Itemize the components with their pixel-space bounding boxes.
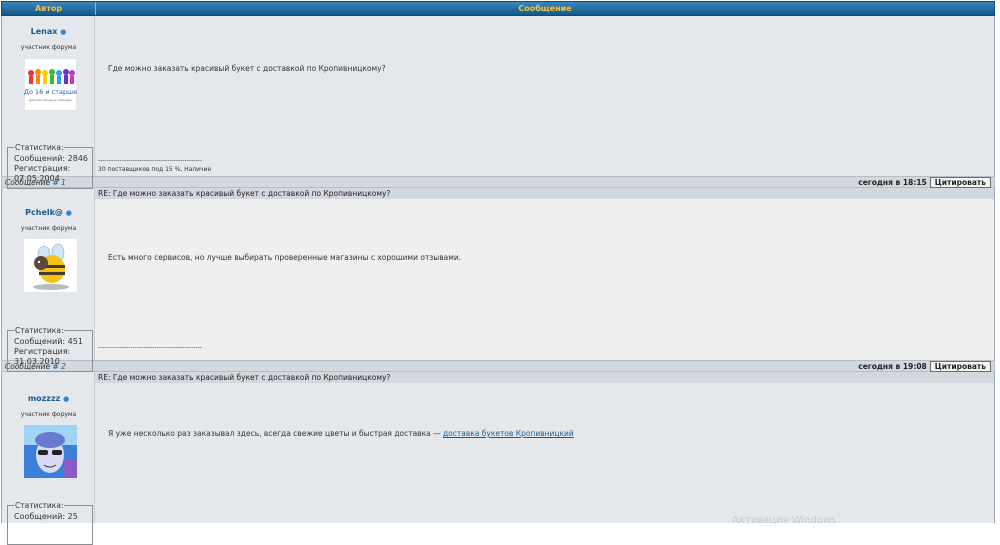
post-text: Есть много сервисов, но лучше выбирать п… <box>108 253 462 262</box>
post-subject-row: RE: Где можно заказать красивый букет с … <box>1 372 995 383</box>
stats-legend: Статистика: <box>14 501 65 510</box>
stats-registration-label: Регистрация: <box>14 164 71 173</box>
stats-registration-date: 07.05.2004 <box>14 174 60 183</box>
signature-text: 30 поставщиков под 15 %, Наличие <box>98 166 212 173</box>
message-column-header: Сообщение <box>518 4 572 13</box>
avatar-image <box>24 425 77 478</box>
post-text: Где можно заказать красивый букет с дост… <box>108 64 386 73</box>
forum-topic-table: Автор Сообщение Lenax ● участник форума … <box>1 1 995 545</box>
signature-divider: ----------------------------------------… <box>98 157 202 164</box>
bouquet-delivery-link[interactable]: доставка букетов Кропивницкий <box>443 429 574 438</box>
post-time: сегодня в 19:08 <box>858 361 927 371</box>
stats-messages: Сообщений: 2846 <box>14 154 88 163</box>
online-status-icon: ● <box>65 209 72 217</box>
message-body: Где можно заказать красивый букет с дост… <box>95 16 994 176</box>
user-rank: участник форума <box>20 225 77 232</box>
avatar-image: До 16 и старше детские интернет-магазин <box>24 58 77 111</box>
post-subject-row: RE: Где можно заказать красивый букет с … <box>1 188 995 199</box>
stats-messages: Сообщений: 25 <box>14 512 78 521</box>
signature-divider: ----------------------------------------… <box>98 344 202 351</box>
avatar-caption: До 16 и старше <box>24 88 77 96</box>
post-text: Я уже несколько раз заказывал здесь, все… <box>108 429 574 438</box>
user-rank: участник форума <box>20 44 77 51</box>
post-footer-bar: Сообщение # 1 сегодня в 18:15 Цитировать <box>1 176 995 188</box>
online-status-icon: ● <box>60 28 67 36</box>
username[interactable]: Pchelk@ ● <box>2 208 95 217</box>
stats-registration-date: 31.03.2010 <box>14 357 60 366</box>
quote-button[interactable]: Цитировать <box>929 360 991 372</box>
username[interactable]: Lenax ● <box>2 27 95 36</box>
windows-activation-watermark: Активация Windows <box>732 515 837 526</box>
stats-registration-label: Регистрация: <box>14 347 71 356</box>
stats-box: Статистика: Сообщений: 451 Регистрация: … <box>7 326 93 372</box>
post-subject: RE: Где можно заказать красивый букет с … <box>98 373 391 382</box>
username[interactable]: mozzzz ● <box>2 394 95 403</box>
stats-box: Статистика: Сообщений: 25 <box>7 501 93 545</box>
author-panel: Lenax ● участник форума До 16 и старше д… <box>2 16 95 189</box>
post-2: Pchelk@ ● участник форума Статистика: Со… <box>1 199 995 372</box>
author-column-header: Автор <box>2 2 96 15</box>
quote-button[interactable]: Цитировать <box>929 176 991 188</box>
message-body: Я уже несколько раз заказывал здесь, все… <box>95 383 994 523</box>
post-time: сегодня в 18:15 <box>858 177 927 187</box>
stats-messages: Сообщений: 451 <box>14 337 83 346</box>
post-subject: RE: Где можно заказать красивый букет с … <box>98 189 391 198</box>
post-1: Lenax ● участник форума До 16 и старше д… <box>1 16 995 189</box>
message-body: Есть много сервисов, но лучше выбирать п… <box>95 199 994 360</box>
post-3: mozzzz ● участник форума Статистика: Соо… <box>1 383 995 545</box>
user-rank: участник форума <box>20 411 77 418</box>
stats-legend: Статистика: <box>14 143 65 152</box>
stats-legend: Статистика: <box>14 326 65 335</box>
online-status-icon: ● <box>63 395 70 403</box>
author-panel: mozzzz ● участник форума Статистика: Соо… <box>2 383 95 545</box>
bee-avatar-image <box>24 239 77 292</box>
avatar-subcaption: детские интернет-магазин <box>29 98 72 102</box>
table-header: Автор Сообщение <box>1 1 995 16</box>
author-panel: Pchelk@ ● участник форума Статистика: Со… <box>2 199 95 372</box>
stats-box: Статистика: Сообщений: 2846 Регистрация:… <box>7 143 93 189</box>
post-footer-bar: Сообщение # 2 сегодня в 19:08 Цитировать <box>1 360 995 372</box>
